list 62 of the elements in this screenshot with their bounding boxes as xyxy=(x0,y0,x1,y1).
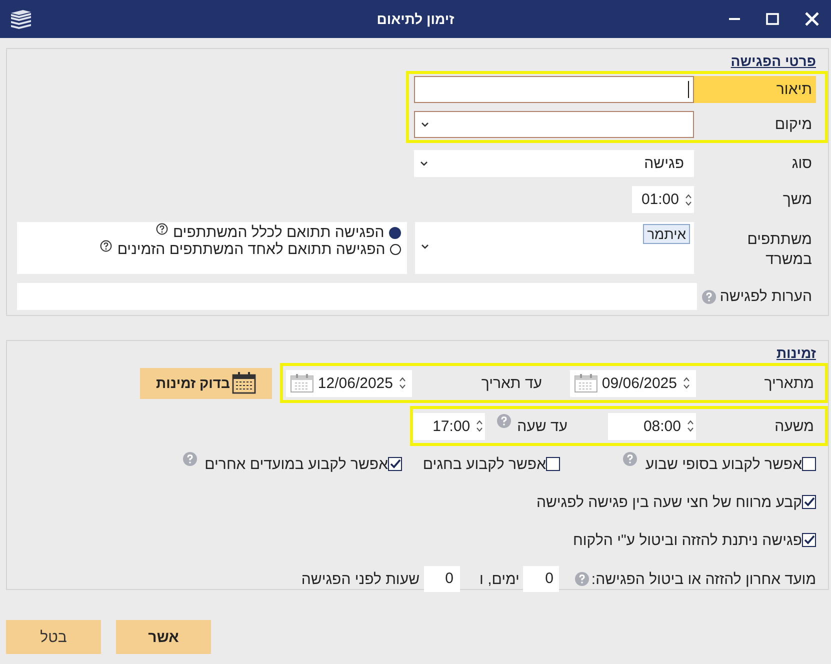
radio-button[interactable] xyxy=(390,244,402,255)
books-icon xyxy=(10,9,32,29)
check-availability-button[interactable]: בדוק זמינות xyxy=(140,368,272,398)
spinner-icon xyxy=(399,376,406,390)
spinner-icon xyxy=(476,419,484,433)
field-label: עד שעה xyxy=(517,418,568,434)
field-label: עד תאריך xyxy=(480,374,543,392)
field-label: מתאריך xyxy=(763,374,814,394)
participants-field[interactable]: איתמר xyxy=(415,222,694,274)
checkbox[interactable] xyxy=(802,533,816,547)
field-label: משעה xyxy=(774,416,814,436)
duration-field[interactable]: 01:00 xyxy=(632,186,694,213)
checkbox[interactable] xyxy=(802,457,816,471)
option-label: הפגישה תתואם לאחד המשתתפים הזמינים xyxy=(117,241,386,258)
help-icon[interactable] xyxy=(156,222,168,234)
field-label: תיאור xyxy=(694,76,816,103)
participant-chip[interactable]: איתמר xyxy=(643,224,690,244)
option-label: הפגישה תתואם לכלל המשתתפים xyxy=(172,224,384,241)
checkbox-label: אפשר לקבוע בחגים xyxy=(422,456,546,472)
checkbox-label: פגישה ניתנת להזזה וביטול ע"י הלקוח xyxy=(572,532,802,548)
checkbox-label: אפשר לקבוע בסופי שבוע xyxy=(645,456,802,472)
location-dropdown[interactable] xyxy=(414,111,694,138)
help-icon[interactable] xyxy=(100,240,112,252)
field-label: שעות לפני הפגישה xyxy=(301,570,420,588)
calendar-icon[interactable] xyxy=(290,373,314,393)
minimize-icon[interactable] xyxy=(729,18,740,20)
field-label: מיקום xyxy=(774,115,812,135)
chevron-down-icon xyxy=(420,161,428,166)
chevron-down-icon xyxy=(421,122,429,127)
days-field[interactable]: 0 xyxy=(523,566,560,592)
spinner-icon xyxy=(687,419,694,433)
spinner-icon xyxy=(685,192,692,206)
checkbox-label: אפשר לקבוע במועדים אחרים xyxy=(204,456,388,472)
checkbox[interactable] xyxy=(388,457,402,471)
section-title: פרטי הפגישה xyxy=(730,53,816,69)
date-field[interactable]: 09/06/2025 xyxy=(570,370,696,396)
maximize-icon[interactable] xyxy=(766,13,779,25)
field-label: ימים, ו xyxy=(480,570,520,588)
field-label: משתתפים במשרד xyxy=(746,230,812,270)
radio-button[interactable] xyxy=(389,226,402,238)
section-title: זמינות xyxy=(776,345,816,361)
time-field[interactable]: 08:00 xyxy=(608,412,696,440)
checkbox[interactable] xyxy=(802,495,816,509)
field-label: משך xyxy=(782,190,812,210)
checkbox[interactable] xyxy=(546,457,560,471)
hours-field[interactable]: 0 xyxy=(424,566,460,592)
window-title: זימון לתיאום xyxy=(376,11,454,27)
spinner-icon xyxy=(683,376,690,390)
calendar-icon[interactable] xyxy=(574,373,598,393)
date-field[interactable]: 12/06/2025 xyxy=(286,370,412,396)
calendar-icon xyxy=(232,372,256,394)
description-field[interactable] xyxy=(414,76,694,103)
type-dropdown[interactable]: פגישה xyxy=(414,150,694,177)
field-label: מועד אחרון להזזה או ביטול הפגישה: xyxy=(591,570,816,588)
confirm-button[interactable]: אשר xyxy=(116,620,211,654)
cancel-button[interactable]: בטל xyxy=(6,620,101,654)
checkbox-label: קבע מרווח של חצי שעה בין פגישה לפגישה xyxy=(536,494,802,510)
time-field[interactable]: 17:00 xyxy=(413,412,486,440)
field-label: הערות לפגישה xyxy=(720,287,812,307)
chevron-down-icon xyxy=(421,244,430,249)
close-icon[interactable] xyxy=(805,12,819,26)
field-label: סוג xyxy=(790,154,812,174)
